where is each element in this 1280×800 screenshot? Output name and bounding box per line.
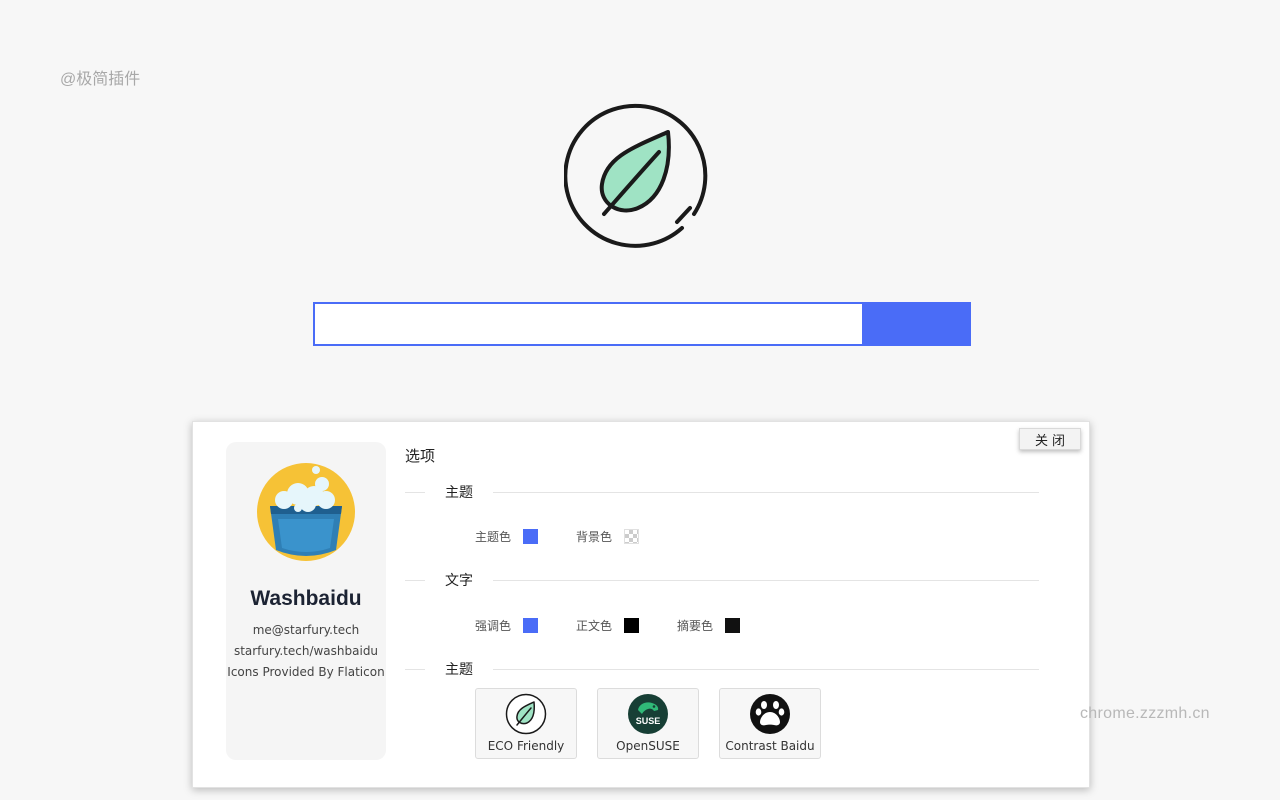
suse-icon-text: SUSE (636, 716, 661, 726)
profile-email: me@starfury.tech (252, 623, 360, 637)
leaf-icon (505, 693, 547, 735)
profile-name: Washbaidu (250, 587, 362, 610)
paw-icon (750, 694, 790, 734)
profile-url: starfury.tech/washbaidu (233, 644, 379, 658)
theme-color-row: 主题色 背景色 (475, 528, 677, 545)
accent-color-swatch[interactable] (523, 618, 539, 633)
theme-card-eco-friendly[interactable]: ECO Friendly (475, 688, 577, 759)
watermark-top-left: @极简插件 (60, 71, 141, 88)
background-color-item: 背景色 (576, 528, 640, 545)
background-color-swatch[interactable] (624, 529, 640, 544)
theme-card-contrast-baidu[interactable]: Contrast Baidu (719, 688, 821, 759)
watermark-bottom-right: chrome.zzzmh.cn (1080, 705, 1210, 722)
section-divider-themes: 主题 (405, 659, 1039, 679)
search-bar (313, 302, 971, 346)
section-title-theme: 主题 (445, 485, 473, 501)
body-color-item: 正文色 (576, 617, 640, 634)
theme-label: Contrast Baidu (725, 739, 815, 753)
theme-label: ECO Friendly (487, 739, 565, 753)
profile-card: Washbaidu me@starfury.tech starfury.tech… (226, 442, 386, 760)
summary-color-swatch[interactable] (725, 618, 741, 633)
accent-color-label: 强调色 (475, 619, 512, 633)
options-panel: 关闭 Washbaidu me@starfury.tech starfury.t… (192, 421, 1090, 788)
body-color-swatch[interactable] (624, 618, 640, 633)
leaf-logo-icon (564, 103, 708, 248)
background-color-label: 背景色 (576, 530, 613, 544)
summary-color-item: 摘要色 (677, 617, 741, 634)
theme-color-label: 主题色 (475, 530, 512, 544)
options-title: 选项 (405, 447, 436, 465)
text-color-row: 强调色 正文色 摘要色 (475, 617, 778, 634)
body-color-label: 正文色 (576, 619, 613, 633)
section-title-text: 文字 (445, 573, 473, 589)
theme-label: OpenSUSE (616, 739, 680, 753)
search-button[interactable] (862, 302, 971, 346)
close-button[interactable]: 关闭 (1019, 428, 1081, 450)
suse-chameleon-icon: SUSE (628, 694, 668, 734)
accent-color-item: 强调色 (475, 617, 539, 634)
bucket-icon (257, 463, 355, 561)
section-divider-theme: 主题 (405, 482, 1039, 502)
theme-card-opensuse[interactable]: SUSE OpenSUSE (597, 688, 699, 759)
section-divider-text: 文字 (405, 570, 1039, 590)
theme-list: ECO Friendly SUSE OpenSUSE Contrast Baid… (475, 688, 841, 759)
section-title-themes: 主题 (445, 662, 473, 678)
theme-color-swatch[interactable] (523, 529, 539, 544)
summary-color-label: 摘要色 (677, 619, 714, 633)
search-input[interactable] (313, 302, 862, 346)
profile-credit: Icons Provided By Flaticon (227, 665, 385, 679)
theme-color-item: 主题色 (475, 528, 539, 545)
